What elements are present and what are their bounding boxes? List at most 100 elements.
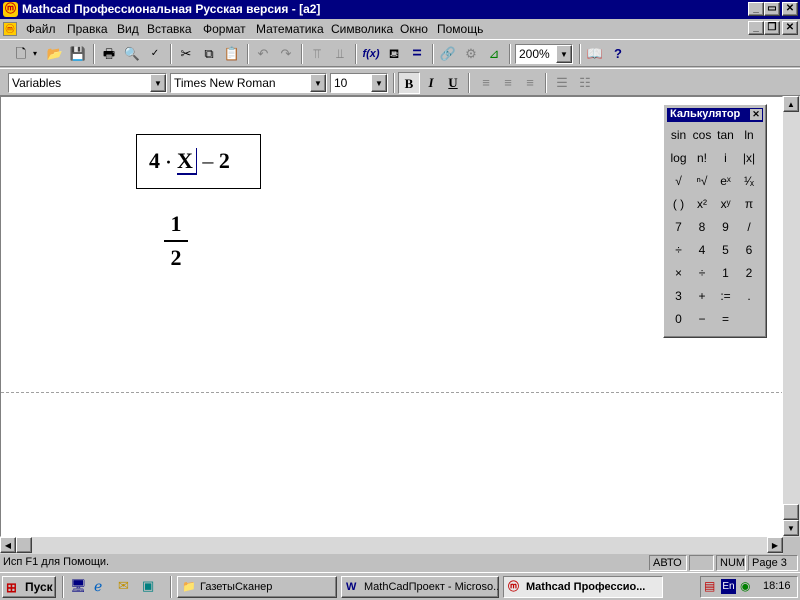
save-icon[interactable]: 💾 bbox=[67, 43, 89, 65]
chevron-down-icon[interactable]: ▼ bbox=[556, 45, 572, 63]
calculator-button[interactable]: π bbox=[738, 194, 761, 214]
scroll-up-icon[interactable]: ▲ bbox=[783, 96, 799, 112]
calculator-button[interactable]: . bbox=[738, 286, 761, 306]
calculator-button[interactable]: 0 bbox=[667, 309, 690, 329]
calculator-button[interactable]: ÷ bbox=[691, 263, 714, 283]
insert-component-icon[interactable]: ⚙ bbox=[460, 43, 482, 65]
task-folder[interactable]: 📁 ГазетыСканер bbox=[177, 576, 337, 598]
insert-function-icon[interactable]: f(x) bbox=[360, 43, 382, 65]
calculator-button[interactable]: cos bbox=[691, 125, 714, 145]
calculator-button[interactable]: |x| bbox=[738, 148, 761, 168]
maximize-button[interactable]: ▭ bbox=[764, 2, 780, 16]
spellcheck-icon[interactable]: ✓ bbox=[144, 43, 166, 65]
horizontal-scrollbar[interactable]: ◀ ▶ bbox=[0, 537, 783, 554]
font-select[interactable]: Times New Roman ▼ bbox=[170, 73, 327, 93]
paste-icon[interactable]: 📋 bbox=[221, 43, 243, 65]
font-size-select[interactable]: 10 ▼ bbox=[330, 73, 388, 93]
calculator-button[interactable]: eˣ bbox=[714, 171, 737, 191]
mathcad-app-icon[interactable]: ⓜ bbox=[3, 2, 18, 17]
calculator-button[interactable]: 3 bbox=[667, 286, 690, 306]
chevron-down-icon[interactable]: ▼ bbox=[150, 74, 166, 92]
internet-explorer-icon[interactable]: ℯ bbox=[94, 578, 102, 595]
scroll-down-icon[interactable]: ▼ bbox=[783, 520, 799, 536]
horizontal-scroll-thumb[interactable] bbox=[16, 537, 32, 553]
show-desktop-icon[interactable]: 🖥 bbox=[70, 578, 87, 594]
align-top-icon[interactable]: ⫪ bbox=[306, 43, 328, 65]
calculator-button[interactable]: xʸ bbox=[714, 194, 737, 214]
calculator-button[interactable]: ÷ bbox=[667, 240, 690, 260]
calculator-button[interactable]: + bbox=[691, 286, 714, 306]
menu-math[interactable]: Математика bbox=[256, 22, 324, 36]
bullets-icon[interactable]: ☰ bbox=[551, 72, 573, 94]
calculator-button[interactable]: 5 bbox=[714, 240, 737, 260]
calculator-button[interactable]: ⁿ√ bbox=[691, 171, 714, 191]
chevron-down-icon[interactable]: ▼ bbox=[310, 74, 326, 92]
calculator-button[interactable]: − bbox=[691, 309, 714, 329]
undo-icon[interactable]: ↶ bbox=[252, 43, 274, 65]
insert-diagram-icon[interactable]: ⊿ bbox=[483, 43, 505, 65]
start-button[interactable]: ⊞ Пуск bbox=[2, 576, 56, 598]
zoom-select[interactable]: 200% ▼ bbox=[515, 44, 573, 64]
calculator-palette[interactable]: Калькулятор ✕ sin cos tan ln log n! i |x| √ ⁿ√ eˣ ¹… bbox=[663, 104, 767, 338]
minimize-button[interactable]: _ bbox=[748, 2, 764, 16]
align-center-icon[interactable]: ≡ bbox=[497, 72, 519, 94]
outlook-express-icon[interactable]: ✉ bbox=[118, 578, 129, 594]
task-word[interactable]: W MathCadПроект - Microso... bbox=[341, 576, 499, 598]
calculator-button[interactable]: √ bbox=[667, 171, 690, 191]
underline-button[interactable]: U bbox=[442, 72, 464, 94]
title-bar[interactable]: ⓜ Mathcad Профессиональная Русская верси… bbox=[0, 0, 800, 19]
scroll-left-icon[interactable]: ◀ bbox=[0, 537, 16, 553]
calculator-button[interactable]: / bbox=[738, 217, 761, 237]
calculator-button[interactable]: := bbox=[714, 286, 737, 306]
doc-close-button[interactable]: ✕ bbox=[782, 21, 798, 35]
help-icon[interactable]: ? bbox=[607, 43, 629, 65]
style-select[interactable]: Variables ▼ bbox=[8, 73, 167, 93]
calculator-button[interactable]: × bbox=[667, 263, 690, 283]
doc-restore-button[interactable]: ❐ bbox=[764, 21, 780, 35]
calculator-button[interactable]: 4 bbox=[691, 240, 714, 260]
document-icon[interactable]: ⓜ bbox=[3, 22, 17, 36]
print-preview-icon[interactable]: 🔍 bbox=[121, 43, 143, 65]
calculate-icon[interactable]: = bbox=[406, 43, 428, 65]
vertical-scroll-thumb[interactable] bbox=[783, 504, 799, 520]
clock[interactable]: 18:16 bbox=[763, 580, 791, 592]
tray-app-icon[interactable]: ▤ bbox=[704, 579, 715, 593]
align-left-icon[interactable]: ≡ bbox=[475, 72, 497, 94]
calculator-button[interactable]: 9 bbox=[714, 217, 737, 237]
doc-minimize-button[interactable]: _ bbox=[748, 21, 764, 35]
copy-icon[interactable]: ⧉ bbox=[198, 43, 220, 65]
insert-unit-icon[interactable]: ⛾ bbox=[383, 43, 405, 65]
expr-variable[interactable]: X bbox=[177, 148, 197, 175]
calculator-button[interactable]: 6 bbox=[738, 240, 761, 260]
align-down-icon[interactable]: ⫫ bbox=[329, 43, 351, 65]
calculator-button[interactable]: ¹⁄ₓ bbox=[738, 171, 761, 191]
calculator-titlebar[interactable]: Калькулятор ✕ bbox=[667, 108, 763, 122]
italic-button[interactable]: I bbox=[420, 72, 442, 94]
numbering-icon[interactable]: ☷ bbox=[574, 72, 596, 94]
menu-file[interactable]: Файл bbox=[26, 22, 56, 36]
calculator-button[interactable] bbox=[738, 309, 761, 329]
chevron-down-icon[interactable]: ▼ bbox=[371, 74, 387, 92]
calculator-button[interactable]: ln bbox=[738, 125, 761, 145]
new-dropdown-icon[interactable]: ▾ bbox=[30, 43, 40, 65]
print-icon[interactable]: 🖶 bbox=[98, 43, 120, 65]
menu-symbolics[interactable]: Символика bbox=[331, 22, 393, 36]
calculator-button[interactable]: 8 bbox=[691, 217, 714, 237]
calculator-button[interactable]: sin bbox=[667, 125, 690, 145]
menu-format[interactable]: Формат bbox=[203, 22, 246, 36]
tray-network-icon[interactable]: ◉ bbox=[740, 579, 750, 593]
new-icon[interactable]: 🗋 bbox=[10, 43, 32, 65]
menu-window[interactable]: Окно bbox=[400, 22, 428, 36]
resource-center-icon[interactable]: 📖 bbox=[584, 43, 606, 65]
language-indicator[interactable]: En bbox=[721, 579, 736, 594]
menu-edit[interactable]: Правка bbox=[67, 22, 108, 36]
menu-insert[interactable]: Вставка bbox=[147, 22, 192, 36]
calculator-close-icon[interactable]: ✕ bbox=[750, 109, 762, 120]
calculator-button[interactable]: x² bbox=[691, 194, 714, 214]
calculator-button[interactable]: = bbox=[714, 309, 737, 329]
task-mathcad[interactable]: ⓜ Mathcad Профессио... bbox=[503, 576, 663, 598]
calculator-button[interactable]: n! bbox=[691, 148, 714, 168]
channels-icon[interactable]: ▣ bbox=[142, 578, 154, 594]
calculator-button[interactable]: i bbox=[714, 148, 737, 168]
bold-button[interactable]: B bbox=[398, 72, 420, 94]
